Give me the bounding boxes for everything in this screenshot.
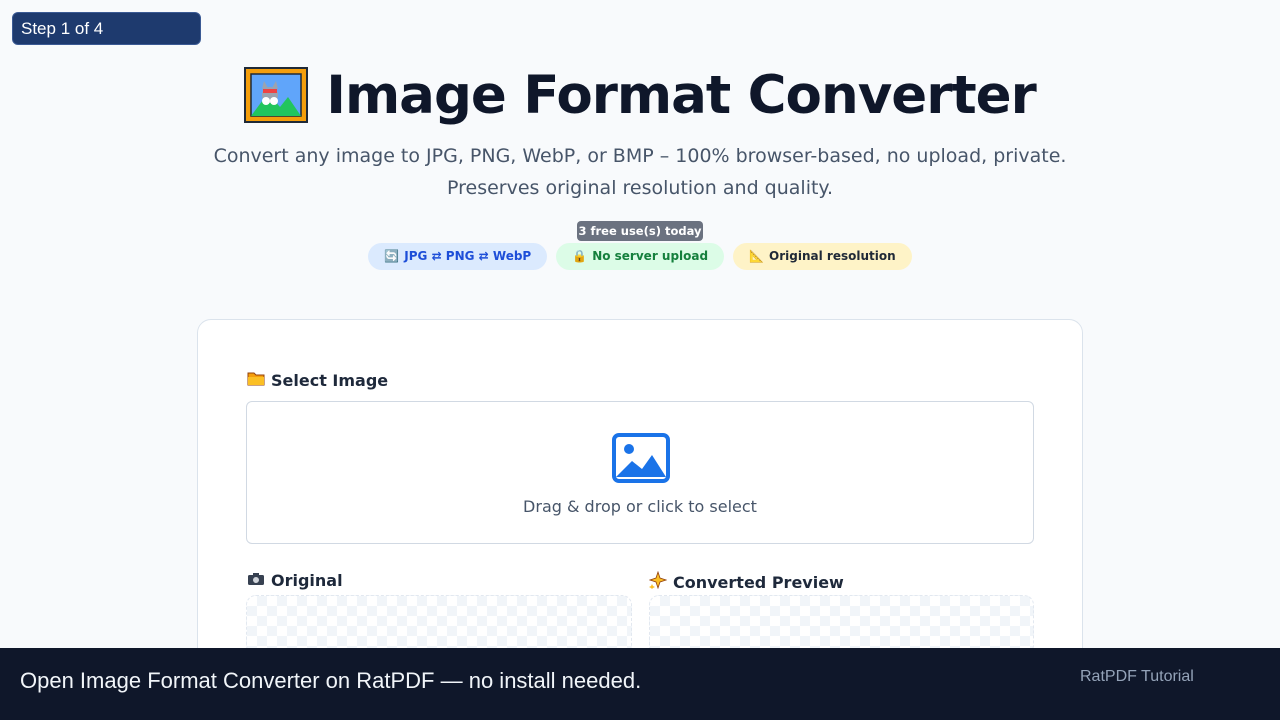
tutorial-caption: Open Image Format Converter on RatPDF — … <box>20 668 642 693</box>
original-text: Original <box>271 571 343 590</box>
feature-pill-resolution: 📐 Original resolution <box>733 243 912 270</box>
subtitle-line-2: Preserves original resolution and qualit… <box>446 177 833 199</box>
usage-count-badge: 3 free use(s) today <box>577 221 703 241</box>
feature-pill-privacy: 🔒 No server upload <box>556 243 725 270</box>
feature-pill-label: Original resolution <box>769 249 896 263</box>
lock-icon: 🔒 <box>572 249 588 263</box>
step-indicator: Step 1 of 4 <box>12 12 201 45</box>
select-image-label: Select Image <box>247 371 388 390</box>
folder-icon <box>247 371 265 390</box>
framed-picture-icon <box>244 67 309 123</box>
converted-preview-text: Converted Preview <box>673 572 844 592</box>
converted-preview-label: Converted Preview <box>648 570 844 593</box>
feature-pill-label: No server upload <box>592 249 709 263</box>
feature-pill-label: JPG ⇄ PNG ⇄ WebP <box>404 249 532 263</box>
feature-pill-formats: 🔄 JPG ⇄ PNG ⇄ WebP <box>368 243 548 270</box>
hero-section: Image Format Converter Convert any image… <box>0 62 1280 204</box>
tutorial-brand: RatPDF Tutorial <box>1080 668 1194 685</box>
sparkles-icon <box>648 570 668 593</box>
page-subtitle: Convert any image to JPG, PNG, WebP, or … <box>0 140 1280 204</box>
feature-pills: 🔄 JPG ⇄ PNG ⇄ WebP 🔒 No server upload 📐 … <box>0 243 1280 270</box>
dropzone-text: Drag & drop or click to select <box>523 497 757 516</box>
image-icon <box>612 433 670 483</box>
image-dropzone[interactable]: Drag & drop or click to select <box>246 401 1034 544</box>
page-title: Image Format Converter <box>326 64 1037 126</box>
arrows-cycle-icon: 🔄 <box>384 249 400 263</box>
converted-preview-area <box>649 595 1034 655</box>
select-image-text: Select Image <box>271 371 389 390</box>
original-label: Original <box>247 571 343 590</box>
subtitle-line-1: Convert any image to JPG, PNG, WebP, or … <box>213 145 1067 167</box>
triangle-ruler-icon: 📐 <box>749 249 765 263</box>
tutorial-caption-bar: Open Image Format Converter on RatPDF — … <box>0 648 1280 720</box>
original-preview-area <box>246 595 632 655</box>
title-row: Image Format Converter <box>0 62 1280 128</box>
camera-icon <box>247 571 265 590</box>
